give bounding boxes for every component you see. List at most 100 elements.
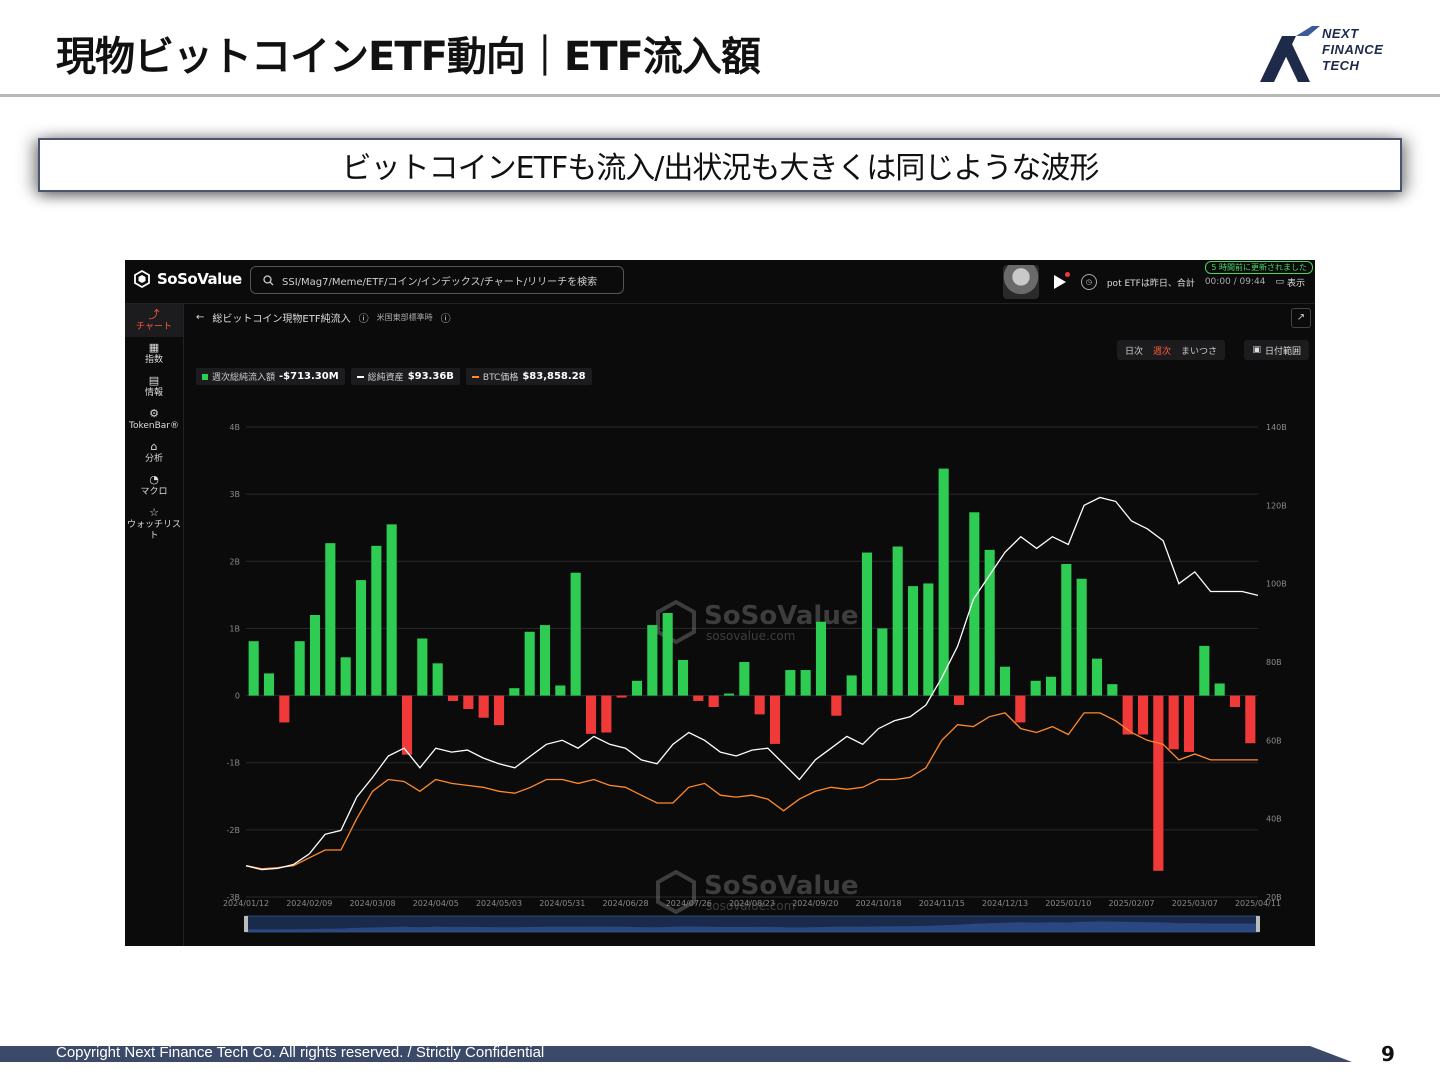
left-tick-label: 0 [235,692,240,701]
analysis-icon: ⌂ [150,440,158,453]
search-placeholder: SSI/Mag7/Meme/ETF/コイン/インデックス/チャート/リリーチを検… [282,276,598,288]
flow-bar [401,695,413,755]
left-tick-label: 2B [229,557,240,566]
flow-bar [432,663,443,696]
sidebar-item-news[interactable]: ▤ 情報 [125,370,183,403]
flow-bar [1229,695,1241,707]
watchlist-icon: ☆ [149,506,159,519]
right-tick-label: 80B [1266,658,1282,667]
index-icon: ▦ [148,341,160,354]
flow-bar [493,695,505,726]
flow-bar [309,615,321,696]
x-tick-label: 2024/10/18 [855,899,901,908]
sosovalue-app: SoSoValue SSI/Mag7/Meme/ETF/コイン/インデックス/チ… [125,260,1315,946]
x-tick-label: 2025/02/07 [1108,899,1154,908]
flow-bar [1137,695,1149,735]
flow-bar [831,695,842,716]
x-tick-label: 2024/09/20 [792,899,838,908]
x-tick-label: 2024/06/28 [602,899,648,908]
page-number: 9 [1381,1042,1395,1066]
play-button[interactable] [1049,271,1071,293]
btc-price-line [245,712,1258,870]
flow-bar [1091,658,1103,696]
flow-bar [555,685,566,696]
x-tick-label: 2024/08/23 [729,899,775,908]
flow-bar [754,695,765,715]
sidebar-item-chart[interactable]: ⤴ チャート [125,304,183,337]
flow-bar [248,641,259,696]
flow-bar [892,546,903,696]
flow-bar [1122,695,1133,735]
flow-bar [1061,563,1072,696]
flow-bar [355,580,367,696]
subtitle-box: ビットコインETFも流入/出状況も大きくは同じような波形 [38,138,1402,192]
flow-bar [447,695,459,701]
flow-bar [693,695,704,701]
flow-bar [877,628,888,696]
flow-bar [1214,683,1225,696]
flow-bar [1076,578,1087,696]
search-icon [263,274,274,285]
flow-bar [923,583,934,696]
left-tick-label: 4B [229,423,240,432]
right-tick-label: 60B [1266,736,1282,745]
brand[interactable]: SoSoValue [133,270,242,288]
live-dot-icon [1064,272,1070,277]
flow-bar [279,695,290,723]
search-input[interactable]: SSI/Mag7/Meme/ETF/コイン/インデックス/チャート/リリーチを検… [250,266,624,294]
x-tick-label: 2024/07/26 [666,899,712,908]
x-tick-label: 2025/04/11 [1235,899,1281,908]
flow-bar [953,695,965,705]
etf-flow-chart: 4B3B2B1B0-1B-2B-3B140B120B100B80B60B40B2… [223,423,1287,933]
show-button[interactable]: ▭ 表示 [1275,276,1305,289]
main-panel: ← 総ビットコイン現物ETF純流入 ⓘ 米国東部標準時 ⓘ ↗ 日次 週次 まい… [184,304,1315,946]
sosovalue-logo-icon [134,270,150,288]
title-divider [0,94,1440,97]
update-badge: 5 時間前に更新されました [1205,261,1313,274]
sidebar-item-macro[interactable]: ◔ マクロ [125,469,183,502]
flow-bar [739,662,750,696]
flow-bar [1107,684,1118,696]
ticker-icon: ◷ [1080,274,1097,290]
x-tick-label: 2024/01/12 [223,899,269,908]
flow-bar [1199,645,1210,696]
flow-bar [769,695,781,744]
subtitle-text: ビットコインETFも流入/出状況も大きくは同じような波形 [341,151,1100,186]
time-readout: 00:00 / 09:44 [1204,277,1266,287]
watermark: SoSoValuesosovalue.com [656,599,858,645]
watermark-brand: SoSoValue [704,871,858,901]
brand-name: SoSoValue [157,270,242,288]
sidebar: ⤴ チャート ▦ 指数 ▤ 情報 ⚙ TokenBar® ⌂ 分析 ◔ マクロ ☆ ウォッチリ… [125,304,184,946]
avatar[interactable] [1002,265,1039,299]
flow-bar [1168,695,1179,750]
flow-bar [647,625,658,696]
flow-bar [1045,676,1057,696]
flow-bar [478,695,489,718]
net-assets-line [245,496,1259,871]
sidebar-item-analysis[interactable]: ⌂ 分析 [125,436,183,469]
watermark-url: sosovalue.com [706,629,795,643]
flow-bar [723,693,735,696]
watermark-brand: SoSoValue [704,601,858,631]
flow-bar [263,673,275,696]
flow-bar [984,549,995,696]
x-tick-label: 2024/05/31 [539,899,585,908]
right-tick-label: 120B [1266,501,1287,510]
flow-bar [662,612,673,696]
sidebar-item-watchlist[interactable]: ☆ ウォッチリスト [125,502,183,546]
flow-bar [325,543,336,696]
slide-title: 現物ビットコインETF動向｜ETF流入額 [56,34,761,80]
flow-bar [1183,695,1195,752]
flow-bar [785,670,796,696]
sidebar-item-index[interactable]: ▦ 指数 [125,337,183,370]
range-slider-right-handle [1256,916,1260,932]
tokenbar-icon: ⚙ [149,407,159,420]
flow-bar [815,621,827,696]
app-header: SoSoValue SSI/Mag7/Meme/ETF/コイン/インデックス/チ… [125,260,1315,304]
left-tick-label: 1B [229,624,240,633]
sidebar-item-tokenbar[interactable]: ⚙ TokenBar® [125,403,183,436]
flow-bar [524,631,535,696]
flow-bar [1030,680,1041,696]
flow-bar [1245,695,1256,744]
flow-bar [463,695,474,709]
